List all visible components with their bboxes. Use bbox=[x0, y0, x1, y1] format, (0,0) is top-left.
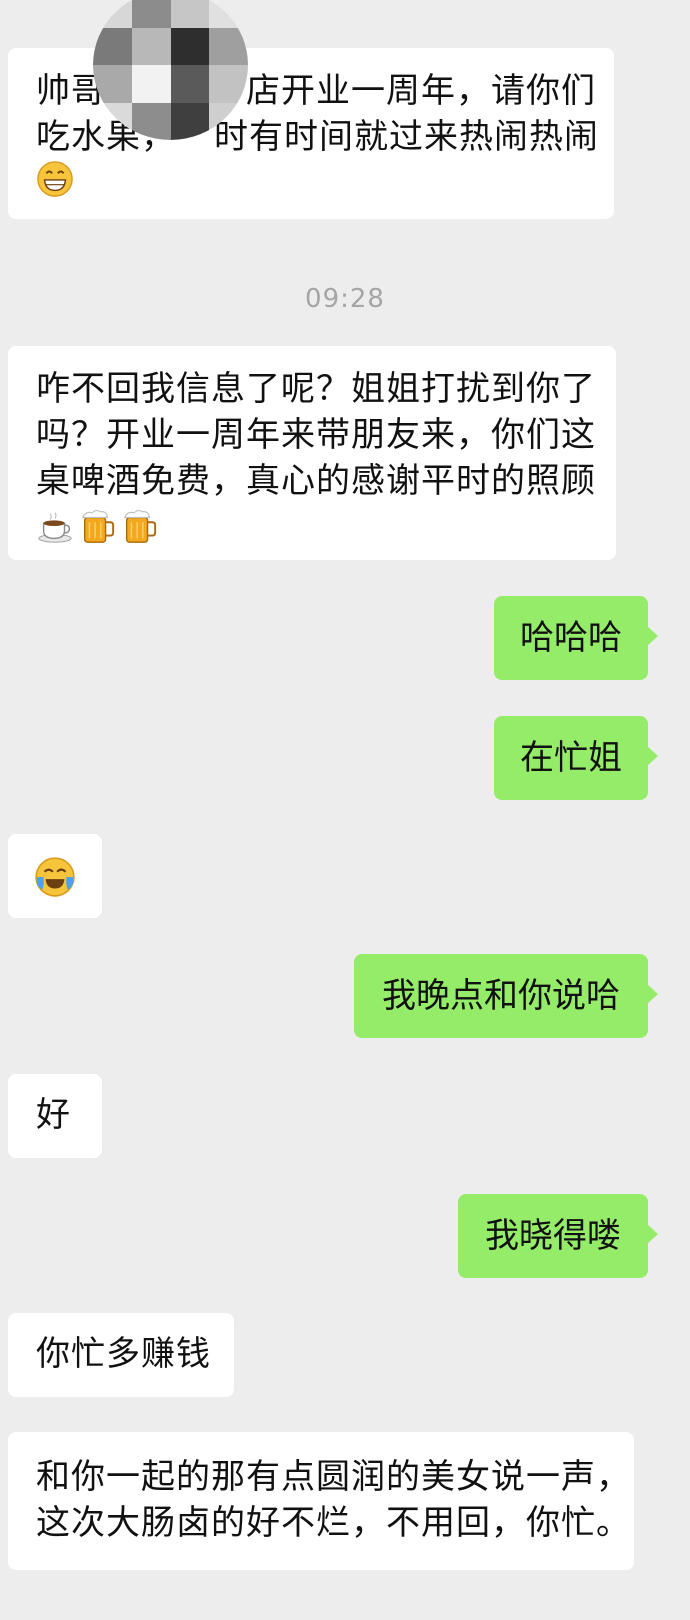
message-line: 桌啤酒免费，真心的感谢平时的照顾 bbox=[36, 461, 596, 501]
incoming-message-3[interactable] bbox=[8, 834, 102, 918]
beer-mug-icon bbox=[120, 508, 158, 546]
outgoing-message-3[interactable]: 我晚点和你说哈 bbox=[354, 954, 658, 1038]
laugh-cry-face-icon bbox=[34, 856, 76, 898]
message-text: 你忙多赚钱 bbox=[36, 1334, 211, 1374]
outgoing-message-4[interactable]: 我晓得喽 bbox=[458, 1194, 658, 1278]
outgoing-message-1[interactable]: 哈哈哈 bbox=[494, 596, 658, 680]
incoming-message-4[interactable]: 好 bbox=[8, 1074, 102, 1158]
outgoing-message-2[interactable]: 在忙姐 bbox=[494, 716, 658, 800]
message-line: 咋不回我信息了呢？姐姐打扰到你了 bbox=[36, 369, 596, 409]
message-text: 我晓得喽 bbox=[485, 1216, 621, 1256]
timestamp: 09:28 bbox=[305, 284, 385, 314]
incoming-message-2[interactable]: 咋不回我信息了呢？姐姐打扰到你了 吗？开业一周年来带朋友来，你们这 桌啤酒免费，… bbox=[8, 346, 616, 560]
chat-window: 帅哥 店开业一周年，请你们 吃水果， 时有时间就过来热闹热闹 09:28 咋不回… bbox=[0, 0, 690, 1620]
beer-mug-icon bbox=[78, 508, 116, 546]
message-text: 时有时间就过来热闹热闹 bbox=[214, 117, 599, 157]
message-line: 这次大肠卤的好不烂，不用回，你忙。 bbox=[36, 1503, 631, 1543]
message-text: 好 bbox=[36, 1095, 70, 1135]
grin-face-icon bbox=[36, 160, 74, 198]
message-line: 和你一起的那有点圆润的美女说一声， bbox=[36, 1457, 631, 1497]
message-text: 我晚点和你说哈 bbox=[382, 976, 620, 1016]
message-text: 哈哈哈 bbox=[520, 618, 622, 658]
coffee-cup-icon bbox=[36, 508, 74, 546]
incoming-message-5[interactable]: 你忙多赚钱 bbox=[8, 1313, 234, 1397]
message-text: 店开业一周年，请你们 bbox=[246, 71, 596, 111]
emoji-row bbox=[36, 160, 594, 198]
incoming-message-6[interactable]: 和你一起的那有点圆润的美女说一声， 这次大肠卤的好不烂，不用回，你忙。 bbox=[8, 1432, 634, 1570]
emoji-row bbox=[36, 508, 596, 546]
message-line: 吗？开业一周年来带朋友来，你们这 bbox=[36, 415, 596, 455]
message-text: 在忙姐 bbox=[520, 738, 622, 778]
